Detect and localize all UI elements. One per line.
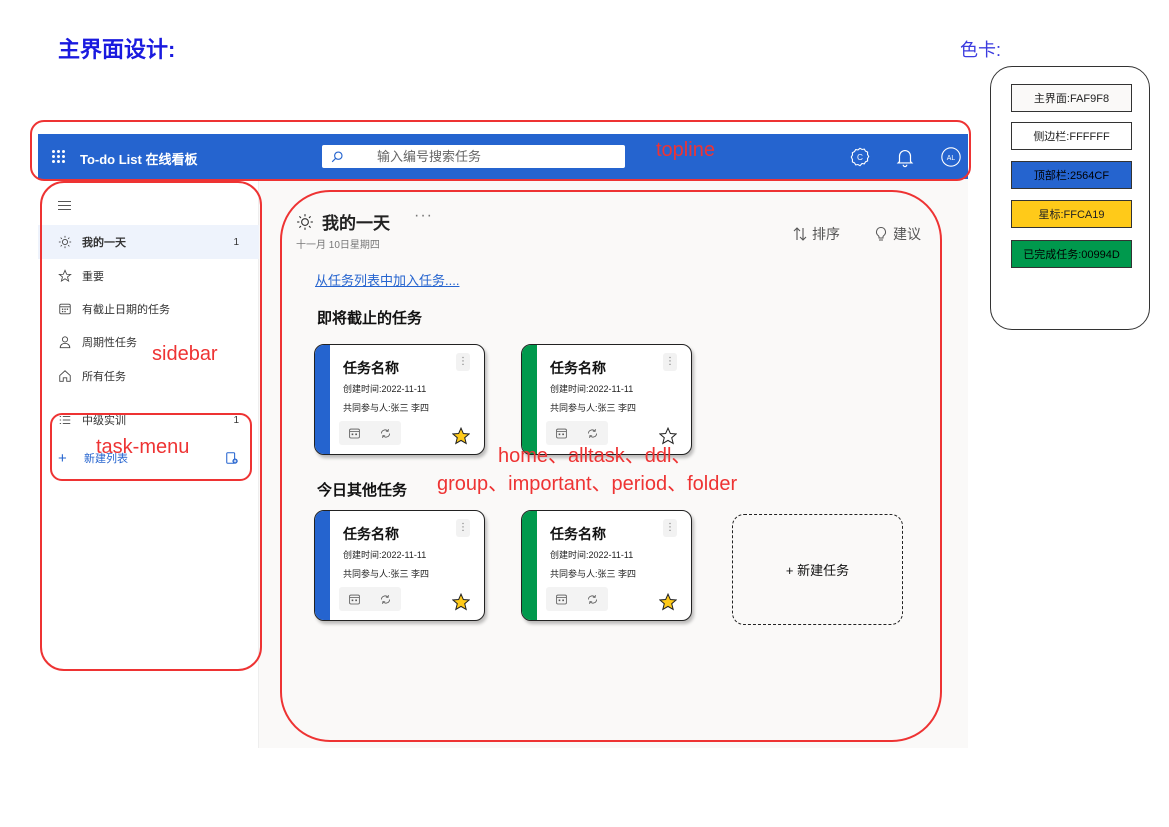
- swatch-main: 主界面:FAF9F8: [1011, 84, 1132, 112]
- annotation-topline-label: topline: [656, 139, 715, 161]
- annotation-task-menu-label: task-menu: [96, 436, 190, 458]
- annotation-topline-box: [30, 120, 971, 181]
- annotation-views-line1: home、alltask、ddl、: [498, 445, 692, 467]
- color-card: 主界面:FAF9F8 侧边栏:FFFFFF 顶部栏:2564CF 星标:FFCA…: [990, 66, 1150, 330]
- swatch-done: 已完成任务:00994D: [1011, 240, 1132, 268]
- color-card-title: 色卡:: [960, 40, 1002, 60]
- swatch-sidebar: 侧边栏:FFFFFF: [1011, 122, 1132, 150]
- swatch-topbar: 顶部栏:2564CF: [1011, 161, 1132, 189]
- annotation-views-line2: group、important、period、folder: [437, 473, 738, 495]
- page-heading: 主界面设计:: [58, 37, 176, 62]
- swatch-star: 星标:FFCA19: [1011, 200, 1132, 228]
- annotation-sidebar-label: sidebar: [152, 343, 218, 365]
